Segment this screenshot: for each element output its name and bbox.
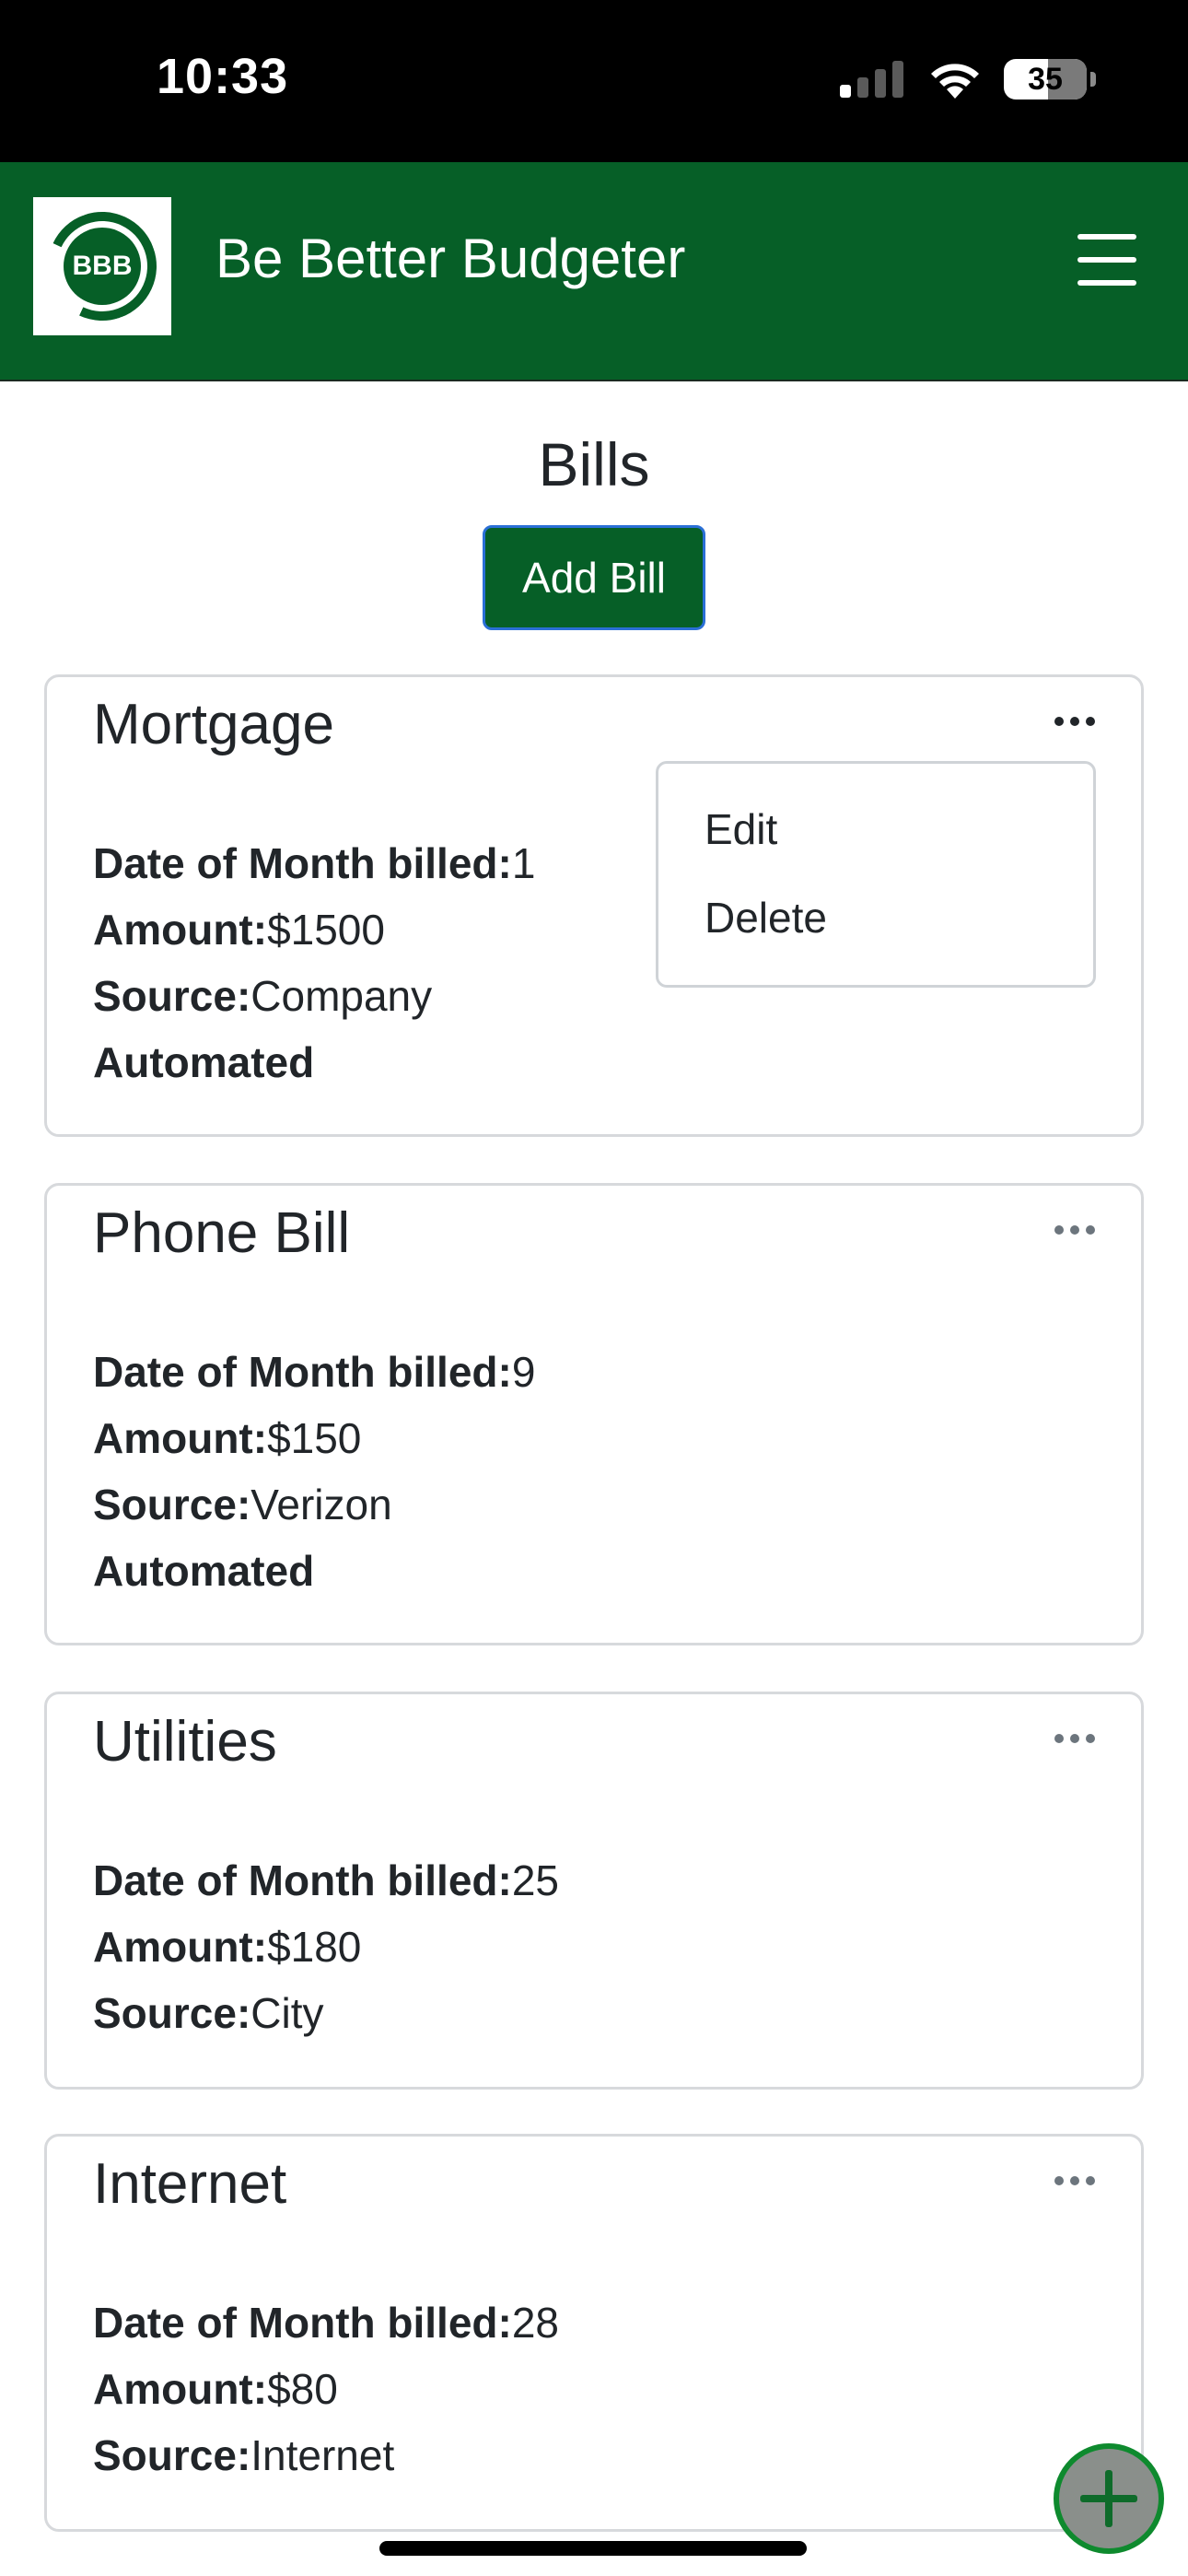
bill-details: Date of Month billed:1 Amount:$1500 Sour…: [93, 830, 535, 1095]
amount-label: Amount:: [93, 906, 268, 954]
bill-amount-value: $80: [267, 2365, 338, 2413]
status-time: 10:33: [157, 49, 289, 104]
bill-source-line: Source:City: [93, 1980, 559, 2046]
more-options-icon[interactable]: [1054, 712, 1095, 731]
amount-label: Amount:: [93, 1414, 268, 1462]
bill-card: Utilities Date of Month billed:25 Amount…: [44, 1692, 1144, 2090]
status-icons: 35: [840, 57, 1096, 101]
bill-options-dropdown: Edit Delete: [656, 761, 1096, 988]
date-label: Date of Month billed:: [93, 2299, 512, 2347]
battery-percent: 35: [1028, 61, 1063, 97]
bill-title: Internet: [93, 2152, 287, 2216]
more-options-icon[interactable]: [1054, 1221, 1095, 1239]
more-options-icon[interactable]: [1054, 2172, 1095, 2190]
delete-menu-item[interactable]: Delete: [705, 893, 827, 943]
status-bar: 10:33 35: [0, 0, 1188, 162]
bill-source-value: Company: [250, 972, 433, 1020]
bill-card: Phone Bill Date of Month billed:9 Amount…: [44, 1183, 1144, 1645]
bill-amount-line: Amount:$80: [93, 2356, 559, 2422]
date-label: Date of Month billed:: [93, 1856, 512, 1904]
battery-icon: 35: [1004, 59, 1096, 100]
source-label: Source:: [93, 972, 251, 1020]
amount-label: Amount:: [93, 1923, 268, 1971]
bill-source-value: Internet: [250, 2431, 395, 2479]
automated-label: Automated: [93, 1038, 315, 1086]
bill-source-value: City: [250, 1989, 324, 2037]
add-floating-button[interactable]: [1054, 2443, 1164, 2554]
bill-date-value: 9: [511, 1348, 536, 1396]
app-title[interactable]: Be Better Budgeter: [215, 227, 685, 290]
amount-label: Amount:: [93, 2365, 268, 2413]
bill-date-value: 28: [511, 2299, 560, 2347]
bill-card: Internet Date of Month billed:28 Amount:…: [44, 2134, 1144, 2532]
bill-title: Utilities: [93, 1710, 277, 1774]
plus-icon: [1080, 2470, 1137, 2527]
bill-title: Phone Bill: [93, 1201, 351, 1265]
bills-page: 10:33 35 BBB Be Better Budgeter Bills Ad…: [0, 0, 1188, 2576]
edit-menu-item[interactable]: Edit: [705, 804, 777, 854]
bill-amount-value: $150: [267, 1414, 362, 1462]
bill-details: Date of Month billed:28 Amount:$80 Sourc…: [93, 2289, 559, 2488]
date-label: Date of Month billed:: [93, 1348, 512, 1396]
cellular-signal-icon: [840, 61, 903, 98]
bill-source-value: Verizon: [250, 1481, 392, 1528]
page-title: Bills: [538, 430, 650, 498]
bill-title: Mortgage: [93, 693, 334, 756]
bill-date-value: 1: [511, 839, 536, 887]
wifi-icon: [931, 64, 979, 99]
hamburger-menu-icon[interactable]: [1077, 234, 1136, 286]
bill-details: Date of Month billed:25 Amount:$180 Sour…: [93, 1847, 559, 2046]
source-label: Source:: [93, 2431, 251, 2479]
automated-label: Automated: [93, 1547, 315, 1595]
more-options-icon[interactable]: [1054, 1729, 1095, 1748]
bill-amount-line: Amount:$150: [93, 1405, 535, 1471]
add-bill-button[interactable]: Add Bill: [483, 525, 705, 630]
bill-amount-value: $180: [267, 1923, 362, 1971]
source-label: Source:: [93, 1481, 251, 1528]
bill-amount-line: Amount:$1500: [93, 896, 535, 963]
bill-details: Date of Month billed:9 Amount:$150 Sourc…: [93, 1339, 535, 1604]
bill-amount-value: $1500: [267, 906, 385, 954]
bill-date-line: Date of Month billed:28: [93, 2289, 559, 2356]
bill-date-line: Date of Month billed:9: [93, 1339, 535, 1405]
app-navbar: BBB Be Better Budgeter: [0, 162, 1188, 381]
logo-text: BBB: [72, 251, 133, 281]
home-indicator[interactable]: [379, 2541, 807, 2556]
source-label: Source:: [93, 1989, 251, 2037]
bill-date-line: Date of Month billed:25: [93, 1847, 559, 1914]
bill-source-line: Source:Internet: [93, 2422, 559, 2488]
bill-amount-line: Amount:$180: [93, 1914, 559, 1980]
bill-source-line: Source:Verizon: [93, 1471, 535, 1538]
date-label: Date of Month billed:: [93, 839, 512, 887]
bill-source-line: Source:Company: [93, 963, 535, 1029]
bill-date-line: Date of Month billed:1: [93, 830, 535, 896]
app-logo[interactable]: BBB: [32, 196, 172, 336]
bill-date-value: 25: [511, 1856, 560, 1904]
